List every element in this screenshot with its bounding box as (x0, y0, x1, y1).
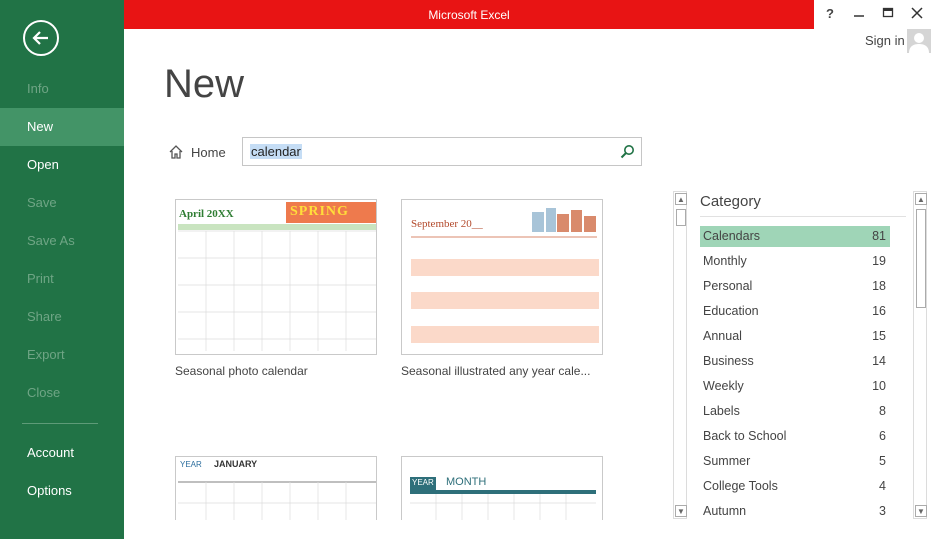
category-item-back-to-school[interactable]: Back to School 6 (700, 426, 890, 447)
category-item-education[interactable]: Education 16 (700, 301, 890, 322)
avatar-icon[interactable] (907, 29, 931, 53)
category-count: 81 (872, 229, 886, 243)
nav-save: Save (27, 195, 57, 210)
category-item-business[interactable]: Business 14 (700, 351, 890, 372)
scroll-thumb[interactable] (916, 209, 926, 308)
scroll-down-icon[interactable]: ▼ (915, 505, 927, 517)
category-divider (700, 216, 906, 217)
category-count: 10 (872, 379, 886, 393)
category-item-weekly[interactable]: Weekly 10 (700, 376, 890, 397)
title-bar: Microsoft Excel (124, 0, 814, 29)
scroll-thumb[interactable] (676, 209, 686, 226)
category-name: Annual (703, 329, 742, 343)
calendar-grid (411, 208, 599, 343)
category-item-college-tools[interactable]: College Tools 4 (700, 476, 890, 497)
scroll-up-icon[interactable]: ▲ (915, 193, 927, 205)
template-label[interactable]: Seasonal illustrated any year cale... (401, 364, 590, 378)
help-button[interactable]: ? (820, 6, 840, 21)
nav-print: Print (27, 271, 54, 286)
category-count: 6 (879, 429, 886, 443)
search-input[interactable]: calendar (242, 137, 642, 166)
back-button[interactable] (23, 20, 59, 56)
category-item-autumn[interactable]: Autumn 3 (700, 501, 890, 522)
category-item-annual[interactable]: Annual 15 (700, 326, 890, 347)
category-scrollbar[interactable]: ▲ ▼ (913, 191, 927, 519)
minimize-icon (854, 15, 864, 17)
calendar-grid (178, 224, 376, 351)
category-title: Category (700, 193, 761, 210)
scroll-down-icon[interactable]: ▼ (675, 505, 687, 517)
sign-in-link[interactable]: Sign in (865, 33, 905, 48)
category-count: 5 (879, 454, 886, 468)
template-thumbnail[interactable]: YEAR MONTH (401, 456, 603, 520)
restore-button[interactable] (878, 6, 898, 22)
nav-export: Export (27, 347, 65, 362)
home-link[interactable]: Home (168, 142, 226, 162)
category-count: 16 (872, 304, 886, 318)
calendar-grid (410, 490, 596, 520)
category-name: Autumn (703, 504, 747, 518)
calendar-grid (178, 481, 376, 520)
category-name: Summer (703, 454, 751, 468)
category-name: Labels (703, 404, 740, 418)
nav-save-as: Save As (27, 233, 75, 248)
close-button[interactable] (907, 6, 927, 22)
category-count: 8 (879, 404, 886, 418)
nav-open[interactable]: Open (0, 146, 124, 184)
category-name: Monthly (703, 254, 747, 268)
search-icon[interactable] (620, 144, 635, 159)
thumb-art-text: SPRING (290, 204, 349, 219)
category-name: College Tools (703, 479, 778, 493)
template-thumbnail[interactable]: September 20__ (401, 199, 603, 355)
template-thumbnail[interactable]: YEAR JANUARY (175, 456, 377, 520)
nav-share: Share (27, 309, 62, 324)
nav-info: Info (27, 81, 49, 96)
thumb-title: April 20XX (179, 208, 234, 220)
template-label[interactable]: Seasonal photo calendar (175, 364, 308, 378)
category-count: 4 (879, 479, 886, 493)
category-count: 18 (872, 279, 886, 293)
nav-divider (22, 423, 98, 424)
home-label: Home (191, 144, 226, 160)
category-item-calendars[interactable]: Calendars 81 (700, 226, 890, 247)
category-count: 3 (879, 504, 886, 518)
nav-new[interactable]: New (0, 108, 124, 146)
category-item-monthly[interactable]: Monthly 19 (700, 251, 890, 272)
category-name: Back to School (703, 429, 787, 443)
minimize-button[interactable] (849, 6, 869, 22)
nav-options[interactable]: Options (0, 472, 124, 510)
scroll-up-icon[interactable]: ▲ (675, 193, 687, 205)
category-name: Weekly (703, 379, 744, 393)
category-name: Personal (703, 279, 753, 293)
category-count: 19 (872, 254, 886, 268)
search-input-value: calendar (250, 144, 302, 159)
category-name: Business (703, 354, 754, 368)
nav-account[interactable]: Account (0, 434, 124, 472)
category-item-summer[interactable]: Summer 5 (700, 451, 890, 472)
restore-icon (882, 7, 894, 18)
home-icon (169, 145, 183, 159)
page-title: New (164, 62, 245, 106)
backstage-sidebar: Info New Open Save Save As Print Share E… (0, 0, 124, 539)
back-arrow-icon (32, 31, 48, 45)
category-name: Calendars (703, 229, 760, 243)
nav-close: Close (27, 385, 61, 400)
category-count: 14 (872, 354, 886, 368)
category-item-labels[interactable]: Labels 8 (700, 401, 890, 422)
category-name: Education (703, 304, 759, 318)
templates-scrollbar[interactable]: ▲ ▼ (673, 191, 687, 519)
category-count: 15 (872, 329, 886, 343)
category-item-personal[interactable]: Personal 18 (700, 276, 890, 297)
template-thumbnail[interactable]: April 20XX SPRING (175, 199, 377, 355)
close-icon (911, 7, 923, 19)
thumb-photo: SPRING (286, 202, 376, 223)
